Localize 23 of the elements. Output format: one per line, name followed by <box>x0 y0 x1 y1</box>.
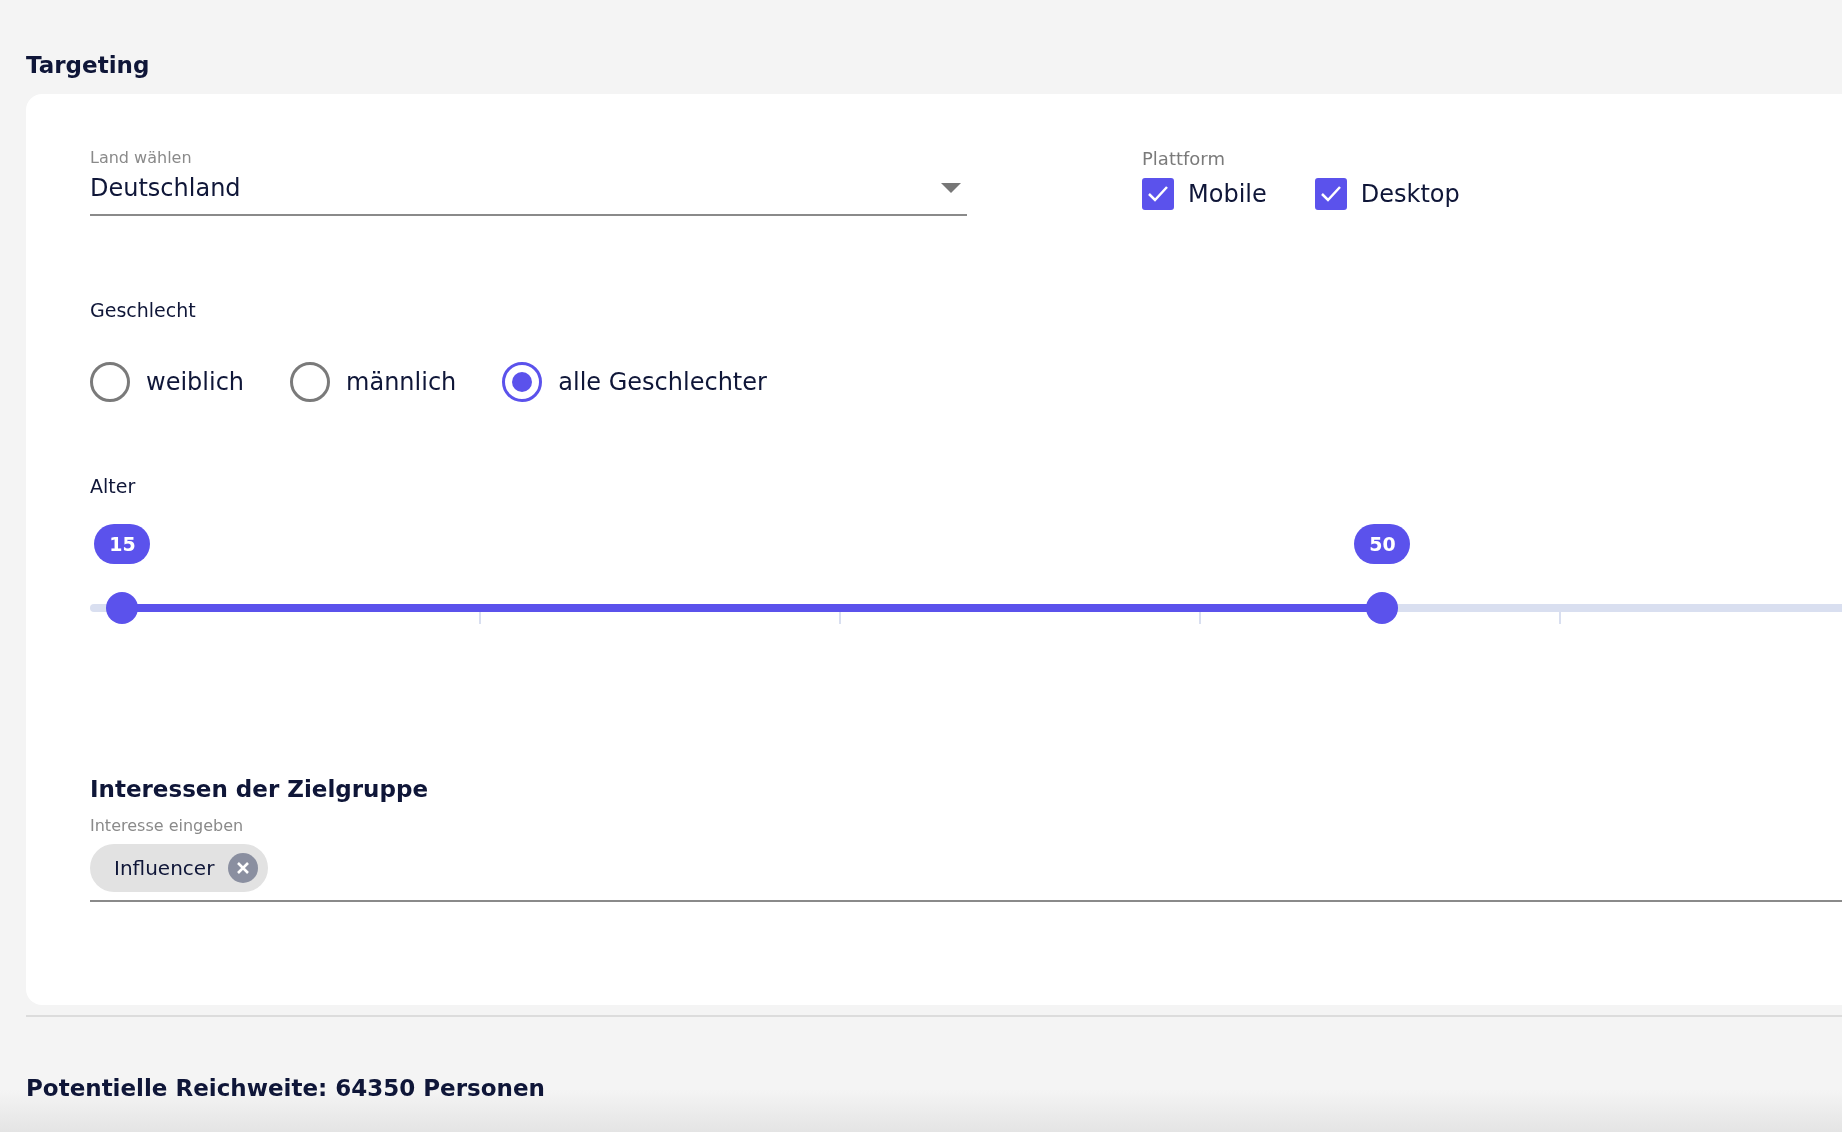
interest-field[interactable]: Interesse eingeben Influencer <box>90 816 1842 902</box>
platform-label: Plattform <box>1142 148 1225 169</box>
gender-label: Geschlecht <box>90 298 196 322</box>
slider-thumb[interactable] <box>1366 592 1399 624</box>
field-label: Interesse eingeben <box>90 816 245 836</box>
caret-icon <box>941 183 961 193</box>
country-select[interactable]: Land wählen Deutschland <box>90 148 967 216</box>
age-label: Alter <box>90 474 136 498</box>
select-value: Deutschland <box>90 173 241 204</box>
gender-radio[interactable]: männlich <box>290 362 457 402</box>
section-title: Targeting <box>26 51 150 80</box>
gender-radio[interactable]: weiblich <box>90 362 245 402</box>
platform-checkbox[interactable]: Mobile <box>1142 178 1267 210</box>
field-label: Land wählen <box>90 148 193 168</box>
value-label: 15 <box>94 524 151 564</box>
platform-checkbox[interactable]: Desktop <box>1314 178 1460 210</box>
reach-summary: Potentielle Reichweite: 64350 Personen <box>26 1074 545 1103</box>
interests-title: Interessen der Zielgruppe <box>90 775 428 804</box>
gender-radio[interactable]: alle Geschlechter <box>502 362 767 402</box>
close-icon[interactable] <box>228 853 259 883</box>
value-label: 50 <box>1354 524 1411 564</box>
slider-thumb[interactable] <box>106 592 139 624</box>
interest-chip[interactable]: Influencer <box>90 844 269 892</box>
